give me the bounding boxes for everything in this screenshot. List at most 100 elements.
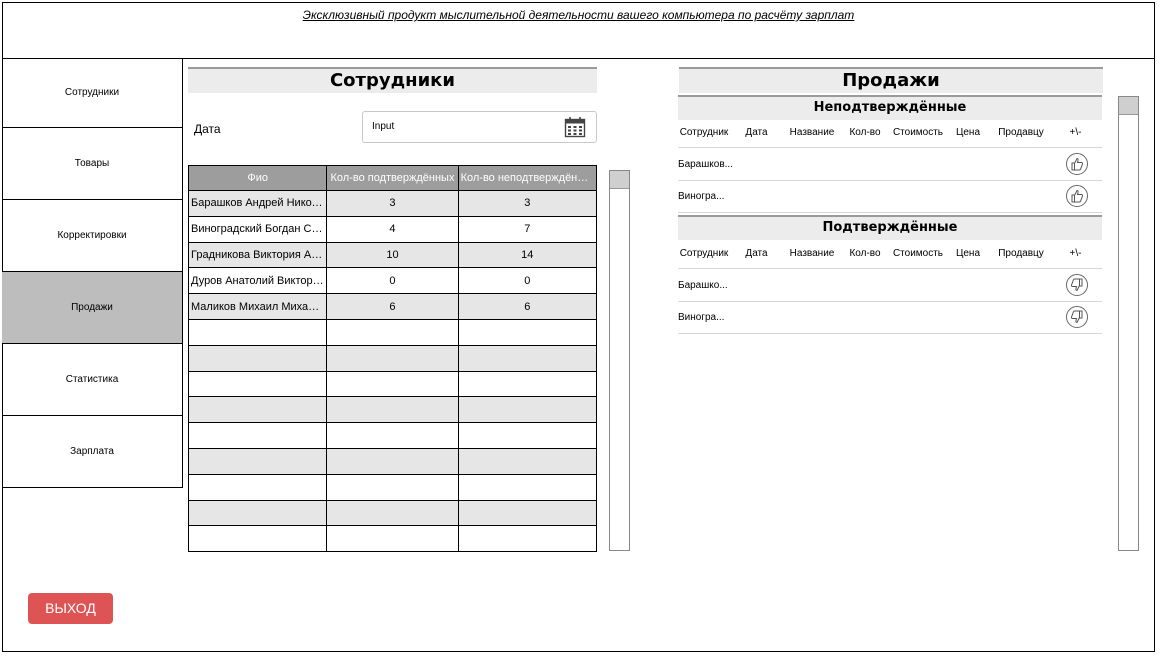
cell-empty: [326, 396, 459, 424]
col-qty: Кол-во: [849, 127, 881, 138]
confirmed-row[interactable]: Барашко...: [678, 270, 1102, 302]
cell-confirmed: 4: [326, 215, 459, 243]
cell-empty: [187, 422, 328, 449]
table-row[interactable]: Виноградский Богдан Сергеевич 4 7: [187, 215, 598, 243]
cell-empty: [457, 447, 598, 475]
exit-button[interactable]: ВЫХОД: [28, 593, 113, 624]
date-label: Дата: [194, 122, 221, 136]
cell-empty: [187, 396, 328, 424]
row-employee: Барашко...: [678, 280, 728, 291]
col-price: Цена: [955, 248, 981, 259]
cell-empty: [457, 499, 598, 527]
cell-confirmed: 3: [326, 190, 459, 217]
table-row-empty[interactable]: [187, 370, 598, 398]
table-row-empty[interactable]: [187, 318, 598, 346]
cell-empty: [187, 473, 328, 501]
table-row-empty[interactable]: [187, 447, 598, 475]
cell-empty: [326, 447, 459, 475]
col-plus-minus: +\-: [1069, 248, 1082, 259]
cell-empty: [457, 318, 598, 346]
row-employee: Виногра...: [678, 312, 725, 323]
sidebar-item-statistics[interactable]: Статистика: [2, 344, 183, 416]
col-price: Цена: [955, 127, 981, 138]
cell-name: Дуров Анатолий Викторович: [187, 267, 328, 295]
sidebar-item-salary[interactable]: Зарплата: [2, 416, 183, 488]
thumbs-down-icon[interactable]: [1066, 306, 1088, 328]
scrollbar-thumb[interactable]: [1119, 97, 1138, 115]
cell-empty: [326, 525, 459, 553]
column-header-confirmed[interactable]: Кол-во подтверждённых: [326, 165, 459, 191]
cell-confirmed: 0: [326, 267, 459, 295]
sidebar-item-employees[interactable]: Сотрудники: [2, 58, 183, 128]
cell-name: Градникова Виктория Андреевна: [187, 241, 328, 269]
table-row[interactable]: Градникова Виктория Андреевна 10 14: [187, 241, 598, 269]
cell-name: Барашков Андрей Николаевич: [187, 190, 328, 217]
scrollbar-thumb[interactable]: [610, 171, 629, 189]
cell-empty: [326, 370, 459, 398]
cell-empty: [326, 499, 459, 527]
column-header-unconfirmed[interactable]: Кол-во неподтверждённых: [457, 165, 598, 191]
cell-name: Виноградский Богдан Сергеевич: [187, 215, 328, 243]
table-row-empty[interactable]: [187, 525, 598, 553]
sidebar-item-sales[interactable]: Продажи: [2, 272, 183, 344]
row-employee: Виногра...: [678, 191, 725, 202]
col-seller: Продавцу: [998, 248, 1044, 259]
sidebar-item-products[interactable]: Товары: [2, 128, 183, 200]
cell-unconfirmed: 14: [457, 241, 598, 269]
table-row-empty[interactable]: [187, 473, 598, 501]
employees-table: Фио Кол-во подтверждённых Кол-во неподтв…: [187, 165, 598, 553]
cell-empty: [457, 344, 598, 372]
confirmed-row[interactable]: Виногра...: [678, 302, 1102, 334]
table-row-empty[interactable]: [187, 396, 598, 424]
column-header-name[interactable]: Фио: [187, 165, 328, 191]
table-row-empty[interactable]: [187, 344, 598, 372]
unconfirmed-header-row: Сотрудник Дата Название Кол-во Стоимость…: [678, 118, 1102, 148]
table-row[interactable]: Барашков Андрей Николаевич 3 3: [187, 190, 598, 217]
sidebar-item-corrections[interactable]: Корректировки: [2, 200, 183, 272]
col-qty: Кол-во: [849, 248, 881, 259]
cell-unconfirmed: 0: [457, 267, 598, 295]
calendar-icon[interactable]: [564, 116, 586, 151]
cell-confirmed: 6: [326, 293, 459, 320]
sidebar: Сотрудники Товары Корректировки Продажи …: [2, 58, 183, 488]
cell-empty: [187, 447, 328, 475]
cell-empty: [457, 473, 598, 501]
thumbs-up-icon[interactable]: [1066, 153, 1088, 175]
cell-unconfirmed: 6: [457, 293, 598, 320]
table-header-row: Фио Кол-во подтверждённых Кол-во неподтв…: [187, 165, 598, 191]
col-date: Дата: [745, 127, 768, 138]
sales-title: Продажи: [679, 67, 1103, 93]
cell-empty: [187, 344, 328, 372]
confirmed-header-row: Сотрудник Дата Название Кол-во Стоимость…: [678, 239, 1102, 269]
cell-empty: [457, 422, 598, 449]
thumbs-up-icon[interactable]: [1066, 185, 1088, 207]
col-seller: Продавцу: [998, 127, 1044, 138]
cell-empty: [187, 318, 328, 346]
unconfirmed-row[interactable]: Барашков...: [678, 149, 1102, 181]
cell-name: Маликов Михаил Михайлович: [187, 293, 328, 320]
cell-empty: [187, 499, 328, 527]
cell-empty: [457, 525, 598, 553]
employees-scrollbar[interactable]: [609, 170, 630, 551]
cell-empty: [326, 344, 459, 372]
table-row-empty[interactable]: [187, 422, 598, 449]
col-name: Название: [789, 127, 835, 138]
employees-title: Сотрудники: [188, 67, 597, 93]
unconfirmed-title: Неподтверждённые: [678, 95, 1102, 120]
table-row[interactable]: Маликов Михаил Михайлович 6 6: [187, 293, 598, 320]
date-input[interactable]: Input: [362, 111, 597, 143]
col-plus-minus: +\-: [1069, 127, 1082, 138]
unconfirmed-row[interactable]: Виногра...: [678, 181, 1102, 213]
app-header: Эксклюзивный продукт мыслительной деятел…: [2, 2, 1155, 59]
cell-empty: [457, 370, 598, 398]
row-employee: Барашков...: [678, 159, 733, 170]
thumbs-down-icon[interactable]: [1066, 274, 1088, 296]
cell-confirmed: 10: [326, 241, 459, 269]
cell-empty: [187, 525, 328, 553]
table-row[interactable]: Дуров Анатолий Викторович 0 0: [187, 267, 598, 295]
col-name: Название: [789, 248, 835, 259]
sales-scrollbar[interactable]: [1118, 96, 1139, 551]
col-cost: Стоимость: [892, 248, 944, 259]
table-row-empty[interactable]: [187, 499, 598, 527]
col-date: Дата: [745, 248, 768, 259]
